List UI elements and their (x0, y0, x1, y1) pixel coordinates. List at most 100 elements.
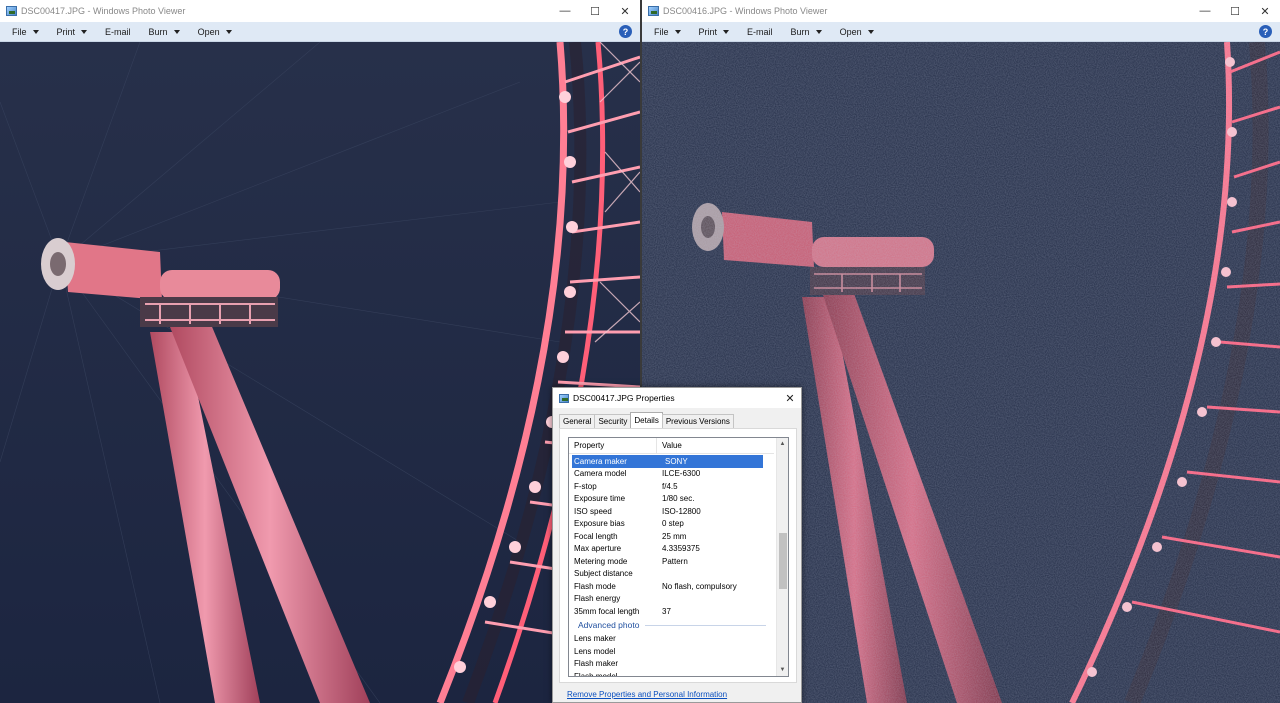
menu-file[interactable]: File (642, 22, 687, 42)
minimize-button[interactable]: — (550, 0, 580, 22)
section-title: Advanced photo (578, 620, 640, 630)
list-header: Property Value (569, 438, 774, 454)
property-row[interactable]: Focal length 25 mm (569, 530, 774, 543)
property-value: Pattern (662, 556, 688, 566)
minimize-button[interactable]: — (1190, 0, 1220, 22)
property-value: No flash, compulsory (662, 581, 737, 591)
window-title: DSC00416.JPG - Windows Photo Viewer (663, 6, 828, 16)
maximize-button[interactable]: ☐ (580, 0, 610, 22)
title-bar: DSC00416.JPG - Windows Photo Viewer — ☐ … (642, 0, 1280, 22)
column-header-property[interactable]: Property (569, 438, 657, 453)
chevron-down-icon (867, 29, 874, 34)
property-value: 25 mm (662, 531, 687, 541)
property-row[interactable]: Camera maker SONY (572, 455, 763, 468)
property-value: 37 (662, 606, 671, 616)
scroll-up-arrow-icon[interactable]: ▲ (777, 438, 788, 450)
remove-properties-link[interactable]: Remove Properties and Personal Informati… (567, 690, 727, 699)
menu-burn[interactable]: Burn (137, 22, 186, 42)
photo-viewer-app-icon (648, 6, 659, 16)
help-icon[interactable]: ? (1259, 25, 1272, 38)
menu-label: Burn (148, 26, 168, 37)
menu-label: File (654, 26, 669, 37)
command-bar: File Print E-mail Burn Open ? (0, 22, 640, 42)
property-row[interactable]: 35mm focal length 37 (569, 605, 774, 618)
title-bar: DSC00417.JPG - Windows Photo Viewer — ☐ … (0, 0, 640, 22)
property-name: Subject distance (574, 569, 633, 579)
menu-label: Open (197, 26, 220, 37)
menu-print[interactable]: Print (687, 22, 736, 42)
tab-details[interactable]: Details (630, 412, 663, 428)
property-value: f/4.5 (662, 481, 678, 491)
property-row[interactable]: Max aperture 4.3359375 (569, 543, 774, 556)
menu-burn[interactable]: Burn (779, 22, 828, 42)
window-title: DSC00417.JPG - Windows Photo Viewer (21, 6, 186, 16)
chevron-down-icon (815, 29, 822, 34)
menu-label: Print (698, 26, 718, 37)
menu-label: E-mail (747, 26, 773, 37)
tab-strip: General Security Details Previous Versio… (559, 412, 734, 428)
tab-security[interactable]: Security (594, 414, 632, 428)
property-name: Flash maker (574, 659, 619, 669)
property-row[interactable]: Lens model (569, 645, 774, 658)
scroll-down-arrow-icon[interactable]: ▼ (777, 664, 788, 676)
property-name: Exposure bias (574, 519, 625, 529)
chevron-down-icon (674, 29, 681, 34)
property-row[interactable]: Flash maker (569, 658, 774, 671)
property-rows: Camera maker SONY Camera model ILCE-6300 F-s… (569, 455, 774, 677)
dialog-close-button[interactable]: ✕ (779, 388, 801, 408)
section-header-advanced-photo: Advanced photo (569, 618, 774, 633)
tab-previous-versions[interactable]: Previous Versions (661, 414, 734, 428)
chevron-down-icon (32, 29, 39, 34)
chevron-down-icon (173, 29, 180, 34)
chevron-down-icon (225, 29, 232, 34)
property-row[interactable]: ISO speed ISO-12800 (569, 505, 774, 518)
chevron-down-icon (81, 29, 88, 34)
property-row[interactable]: Camera model ILCE-6300 (569, 468, 774, 481)
tab-general[interactable]: General (559, 414, 596, 428)
maximize-button[interactable]: ☐ (1220, 0, 1250, 22)
menu-print[interactable]: Print (45, 22, 94, 42)
property-name: Flash model (574, 671, 618, 677)
menu-file[interactable]: File (0, 22, 45, 42)
property-row[interactable]: Metering mode Pattern (569, 555, 774, 568)
menu-label: File (12, 26, 27, 37)
property-name: Flash mode (574, 581, 616, 591)
menu-open[interactable]: Open (186, 22, 238, 42)
menu-email[interactable]: E-mail (93, 22, 137, 42)
close-button[interactable]: ✕ (1250, 0, 1280, 22)
command-bar: File Print E-mail Burn Open ? (642, 22, 1280, 42)
close-button[interactable]: ✕ (610, 0, 640, 22)
column-header-value[interactable]: Value (657, 438, 682, 453)
help-icon[interactable]: ? (619, 25, 632, 38)
property-row[interactable]: F-stop f/4.5 (569, 480, 774, 493)
details-panel: Property Value Camera maker SONY Camera mo… (559, 428, 797, 683)
chevron-down-icon (723, 29, 730, 34)
property-row[interactable]: Flash mode No flash, compulsory (569, 580, 774, 593)
scrollbar-thumb[interactable] (779, 533, 787, 589)
property-name: Max aperture (574, 544, 622, 554)
vertical-scrollbar[interactable]: ▲ ▼ (776, 438, 788, 676)
property-row[interactable]: Flash energy (569, 593, 774, 606)
property-value: 1/80 sec. (662, 494, 695, 504)
property-value: ILCE-6300 (662, 469, 701, 479)
image-file-icon (559, 393, 569, 403)
properties-dialog: DSC00417.JPG Properties ✕ General Securi… (552, 387, 802, 703)
property-row[interactable]: Exposure time 1/80 sec. (569, 493, 774, 506)
photo-viewer-window-left: DSC00417.JPG - Windows Photo Viewer — ☐ … (0, 0, 640, 703)
menu-label: E-mail (105, 26, 131, 37)
property-name: Flash energy (574, 594, 621, 604)
property-row[interactable]: Exposure bias 0 step (569, 518, 774, 531)
property-name: ISO speed (574, 506, 612, 516)
property-name: 35mm focal length (574, 606, 640, 616)
photo-viewer-app-icon (6, 6, 17, 16)
menu-open[interactable]: Open (828, 22, 880, 42)
menu-email[interactable]: E-mail (735, 22, 779, 42)
menu-label: Print (56, 26, 76, 37)
property-row[interactable]: Lens maker (569, 633, 774, 646)
property-row[interactable]: Flash model (569, 670, 774, 677)
dialog-title-bar: DSC00417.JPG Properties ✕ (553, 388, 801, 408)
property-row[interactable]: Subject distance (569, 568, 774, 581)
property-list[interactable]: Property Value Camera maker SONY Camera mo… (568, 437, 789, 677)
photo-ferris-wheel-closeup (0, 42, 640, 703)
property-name: Lens model (574, 646, 616, 656)
